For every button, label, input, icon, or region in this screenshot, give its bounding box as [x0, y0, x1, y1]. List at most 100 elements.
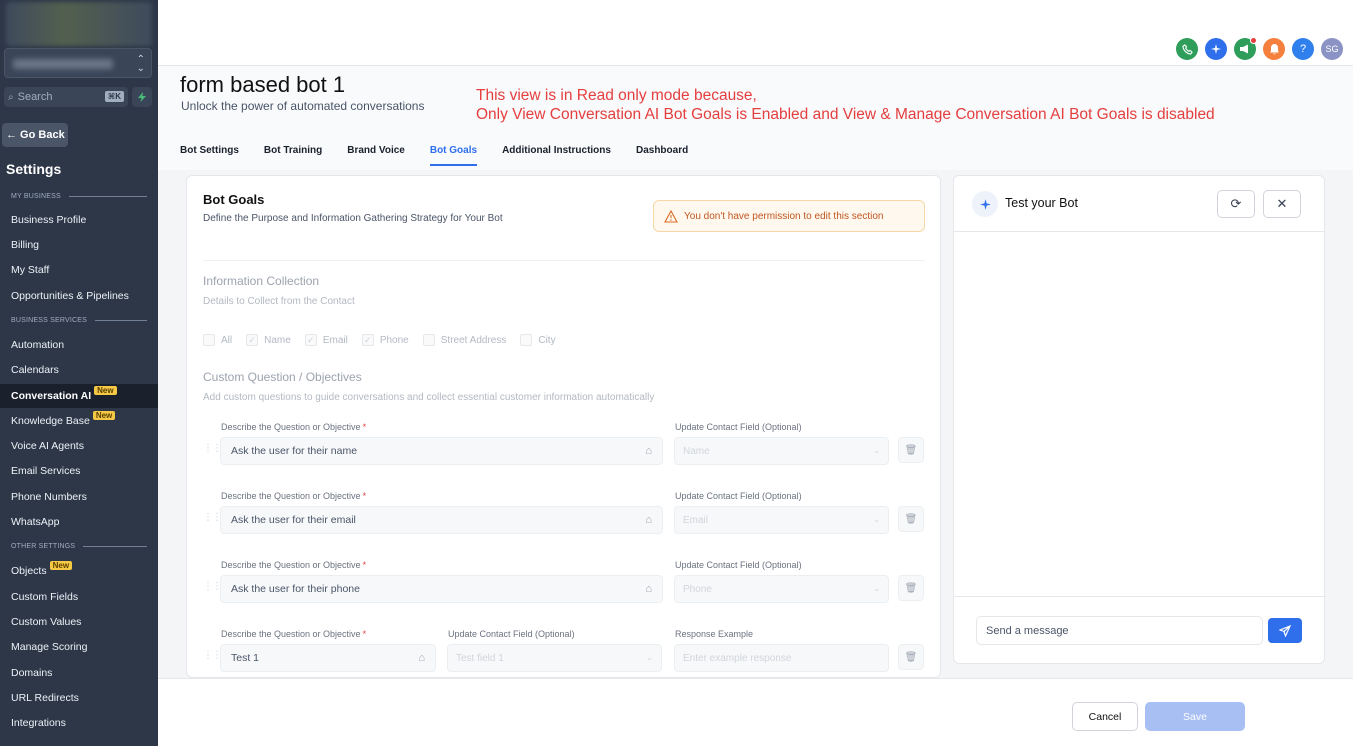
- sidebar-item-label: Custom Fields: [11, 591, 79, 603]
- megaphone-icon[interactable]: [1234, 37, 1257, 60]
- sidebar-item-knowledge-base[interactable]: Knowledge Base New: [0, 409, 158, 433]
- sidebar-item-label: Email Services: [11, 465, 81, 477]
- contact-field-select[interactable]: Phone ⌄: [674, 575, 889, 603]
- delete-icon[interactable]: 🗑: [898, 644, 924, 670]
- cancel-button[interactable]: Cancel: [1072, 702, 1138, 731]
- send-button[interactable]: [1268, 618, 1302, 643]
- tag-icon[interactable]: ⌂: [418, 652, 425, 664]
- sidebar-item-business-profile[interactable]: Business Profile: [0, 208, 158, 232]
- go-back-button[interactable]: ← Go Back: [2, 123, 68, 147]
- message-placeholder: Send a message: [986, 624, 1069, 637]
- checkbox-email[interactable]: ✓ Email: [304, 334, 348, 346]
- drag-handle-icon[interactable]: ⋮⋮: [203, 513, 222, 523]
- check-icon: ✓: [246, 334, 259, 346]
- tag-icon[interactable]: ⌂: [645, 514, 652, 526]
- sidebar-item-whatsapp[interactable]: WhatsApp: [0, 510, 158, 534]
- checkbox-label: All: [221, 334, 233, 346]
- sidebar-item-domains[interactable]: Domains: [0, 661, 158, 685]
- tag-icon[interactable]: ⌂: [645, 445, 652, 457]
- header-actions: ? SG: [1176, 37, 1343, 60]
- tab-additional-instructions[interactable]: Additional Instructions: [502, 142, 611, 166]
- account-switcher[interactable]: ⌃ ⌄: [4, 48, 152, 78]
- drag-handle-icon[interactable]: ⋮⋮: [203, 444, 222, 454]
- chevron-down-icon: ⌄: [873, 584, 880, 593]
- sidebar-item-url-redirects[interactable]: URL Redirects: [0, 686, 158, 710]
- page-header: form based bot 1 Unlock the power of aut…: [158, 66, 1353, 170]
- bell-icon[interactable]: [1263, 38, 1285, 60]
- question-row: Describe the Question or Objective * Upda…: [203, 422, 925, 486]
- delete-icon[interactable]: 🗑: [898, 506, 924, 532]
- checkbox-box: [422, 334, 435, 346]
- contact-field-select[interactable]: Test field 1 ⌄: [447, 644, 662, 672]
- bot-goals-card: Bot Goals Define the Purpose and Informa…: [186, 175, 941, 678]
- avatar-initials: SG: [1325, 44, 1339, 54]
- delete-icon[interactable]: 🗑: [898, 575, 924, 601]
- checkbox-label: Name: [264, 334, 291, 346]
- close-button[interactable]: ✕: [1263, 190, 1301, 218]
- help-icon[interactable]: ?: [1292, 38, 1314, 60]
- question-input[interactable]: Ask the user for their name ⌂: [220, 437, 663, 465]
- avatar[interactable]: SG: [1321, 38, 1343, 60]
- checkbox-phone[interactable]: ✓ Phone: [361, 334, 409, 346]
- quick-action-button[interactable]: [132, 87, 152, 107]
- delete-icon[interactable]: 🗑: [898, 437, 924, 463]
- footer-actions: Cancel Save: [158, 678, 1353, 746]
- sidebar-item-phone-numbers[interactable]: Phone Numbers: [0, 485, 158, 509]
- contact-field-value: Test field 1: [456, 652, 504, 664]
- question-input[interactable]: Ask the user for their email ⌂: [220, 506, 663, 534]
- tab-brand-voice[interactable]: Brand Voice: [347, 142, 405, 166]
- tab-bot-settings[interactable]: Bot Settings: [180, 142, 239, 166]
- checkbox-name[interactable]: ✓ Name: [246, 334, 291, 346]
- sidebar-item-objects[interactable]: Objects New: [0, 559, 158, 583]
- checkbox-street-address[interactable]: Street Address: [422, 334, 506, 346]
- ai-sparkle-icon[interactable]: [1205, 38, 1227, 60]
- question-text: Test 1: [231, 652, 260, 664]
- test-bot-panel: Test your Bot ⟳ ✕ Send a message: [953, 175, 1325, 664]
- sidebar-item-billing[interactable]: Billing: [0, 233, 158, 257]
- sidebar-item-manage-scoring[interactable]: Manage Scoring: [0, 635, 158, 659]
- message-input[interactable]: Send a message: [976, 616, 1263, 645]
- sidebar-item-custom-fields[interactable]: Custom Fields: [0, 585, 158, 609]
- sidebar: ⌃ ⌄ ⌕ Search ⌘K ← Go Back Settings MY BUS…: [0, 0, 158, 746]
- save-button[interactable]: Save: [1145, 702, 1245, 731]
- drag-handle-icon[interactable]: ⋮⋮: [203, 651, 222, 661]
- tab-dashboard[interactable]: Dashboard: [636, 142, 688, 166]
- question-label-text: Describe the Question or Objective: [221, 629, 361, 639]
- sidebar-search[interactable]: ⌕ Search ⌘K: [4, 87, 128, 107]
- send-icon: [1279, 624, 1291, 637]
- response-example-label: Response Example: [675, 629, 754, 639]
- checkbox-label: Email: [322, 334, 348, 346]
- custom-questions-title: Custom Question / Objectives: [203, 370, 362, 384]
- tab-bot-training[interactable]: Bot Training: [264, 142, 322, 166]
- checkbox-all[interactable]: All: [203, 334, 232, 346]
- response-example-input[interactable]: Enter example response: [674, 644, 889, 672]
- phone-icon[interactable]: [1176, 38, 1198, 60]
- drag-handle-icon[interactable]: ⋮⋮: [203, 582, 222, 592]
- sidebar-item-my-staff[interactable]: My Staff: [0, 258, 158, 282]
- question-input[interactable]: Test 1 ⌂: [220, 644, 436, 672]
- tab-bot-goals[interactable]: Bot Goals: [429, 142, 478, 166]
- sidebar-item-label: Knowledge Base: [11, 415, 90, 427]
- sidebar-item-custom-values[interactable]: Custom Values: [0, 610, 158, 634]
- sidebar-item-label: URL Redirects: [11, 692, 79, 704]
- question-input[interactable]: Ask the user for their phone ⌂: [220, 575, 663, 603]
- check-icon: ✓: [361, 334, 374, 346]
- sidebar-item-voice-ai-agents[interactable]: Voice AI Agents: [0, 434, 158, 458]
- sidebar-item-conversation-ai[interactable]: Conversation AI New: [0, 384, 158, 408]
- chevron-updown-icon: ⌃ ⌄: [136, 54, 145, 74]
- info-checkboxes: All ✓ Name ✓ Email ✓ Phone Street Address C…: [203, 334, 560, 346]
- readonly-line-2: Only View Conversation AI Bot Goals is E…: [476, 106, 1215, 123]
- sidebar-item-label: My Staff: [11, 264, 50, 276]
- sidebar-item-integrations[interactable]: Integrations: [0, 711, 158, 735]
- sidebar-item-email-services[interactable]: Email Services: [0, 459, 158, 483]
- contact-field-select[interactable]: Email ⌄: [674, 506, 889, 534]
- page-title: form based bot 1: [180, 72, 346, 97]
- sidebar-item-automation[interactable]: Automation: [0, 333, 158, 357]
- sidebar-item-opportunities[interactable]: Opportunities & Pipelines: [0, 284, 158, 308]
- sidebar-item-calendars[interactable]: Calendars: [0, 358, 158, 382]
- checkbox-city[interactable]: City: [520, 334, 556, 346]
- permission-warning-text: You don't have permission to edit this s…: [684, 210, 884, 222]
- refresh-button[interactable]: ⟳: [1217, 190, 1255, 218]
- tag-icon[interactable]: ⌂: [645, 583, 652, 595]
- contact-field-select[interactable]: Name ⌄: [674, 437, 889, 465]
